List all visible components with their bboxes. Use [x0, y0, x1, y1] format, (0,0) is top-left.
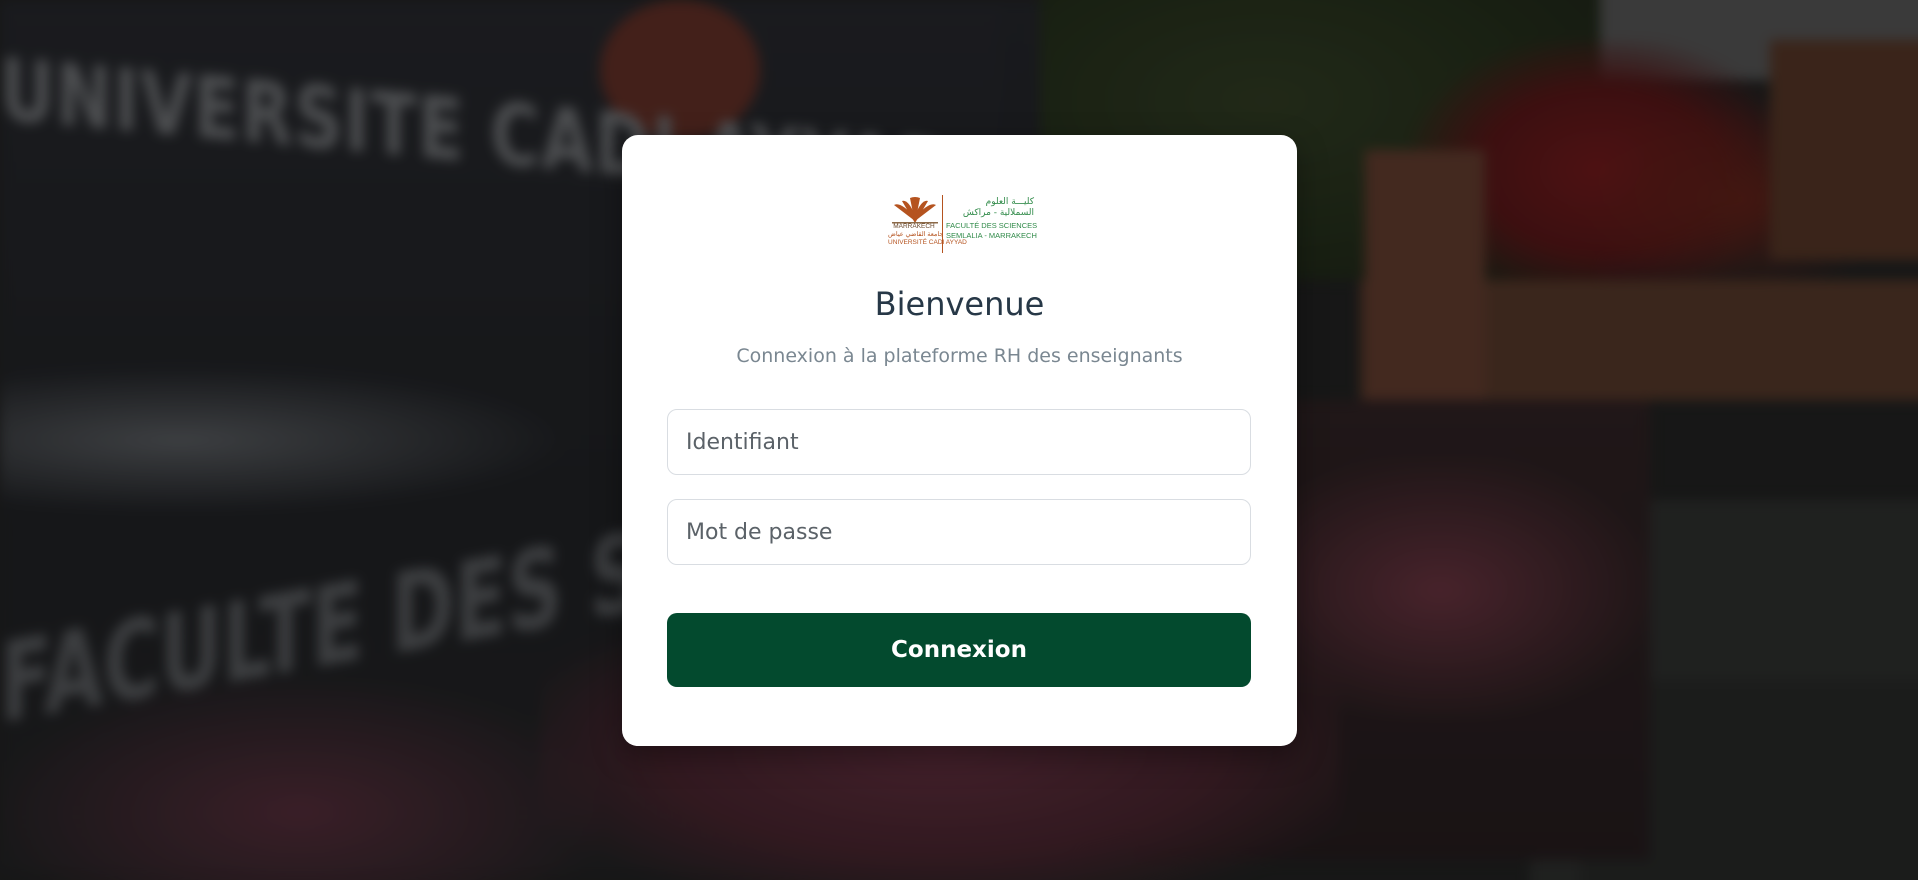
emblem-icon	[892, 197, 938, 224]
logo-divider	[942, 195, 943, 253]
password-input[interactable]	[667, 499, 1251, 565]
login-button[interactable]: Connexion	[667, 613, 1251, 687]
page-title: Bienvenue	[874, 285, 1045, 323]
logo-french-name: FACULTÉ DES SCIENCES SEMLALIA - MARRAKEC…	[946, 221, 1038, 240]
faculty-logo: MARRAKECH جامعة القاضي عياض UNIVERSITÉ C…	[888, 195, 1038, 253]
logo-caption: MARRAKECH جامعة القاضي عياض UNIVERSITÉ C…	[888, 223, 967, 246]
page-subtitle: Connexion à la plateforme RH des enseign…	[736, 345, 1183, 367]
login-card: MARRAKECH جامعة القاضي عياض UNIVERSITÉ C…	[622, 135, 1297, 746]
logo-arabic-name: كليـــة العلوم السملالية - مراكش	[962, 197, 1034, 218]
username-input[interactable]	[667, 409, 1251, 475]
